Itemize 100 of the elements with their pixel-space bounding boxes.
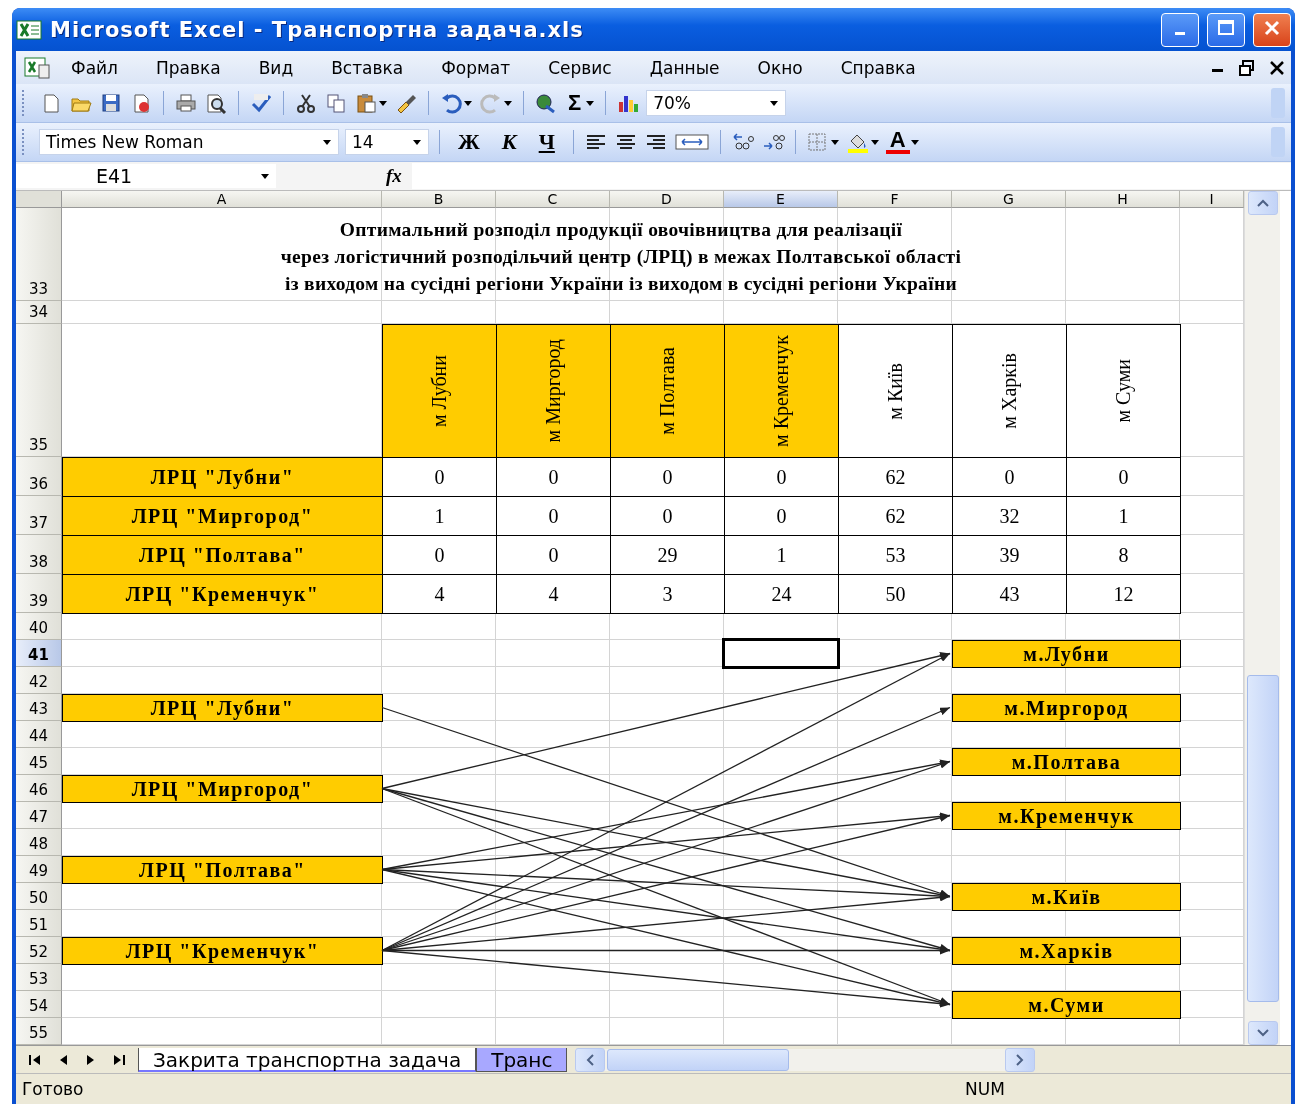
autosum-button[interactable]: Σ [564,90,586,116]
table-header: м Лубни [382,324,497,458]
table-cell: 0 [724,496,839,536]
menu-item[interactable]: Файл [52,57,137,78]
close-button[interactable] [1253,12,1291,47]
row-header[interactable]: 55 [16,1018,62,1045]
destination-label: м.Харків [952,937,1181,965]
italic-button[interactable]: К [493,129,525,155]
row-label: ЛРЦ "Миргород" [62,496,383,536]
table-cell: 0 [610,496,725,536]
sheet-tab[interactable]: Транс [476,1047,568,1072]
row-label: ЛРЦ "Лубни" [62,457,383,497]
row-header[interactable]: 44 [16,721,62,748]
menu-item[interactable]: Данные [630,57,739,78]
table-header: м Харків [952,324,1067,458]
column-header[interactable]: A [62,191,382,208]
name-box[interactable]: E41 [16,164,276,188]
clipboard-icon[interactable] [354,92,378,114]
source-label: ЛРЦ "Лубни" [62,694,383,722]
formula-field[interactable] [411,163,1291,189]
scroll-down-button[interactable] [1247,1021,1278,1045]
column-header[interactable]: D [610,191,724,208]
copy-icon[interactable] [324,92,348,114]
scroll-right-button[interactable] [1005,1047,1036,1072]
row-header[interactable]: 49 [16,856,62,883]
row-header[interactable]: 53 [16,964,62,991]
row-header[interactable]: 47 [16,802,62,829]
row-header[interactable]: 45 [16,748,62,775]
close-icon [1262,18,1282,38]
row-header[interactable]: 54 [16,991,62,1018]
row-header[interactable]: 41 [16,640,62,667]
row-header[interactable]: 40 [16,613,62,640]
close-icon[interactable] [1269,59,1285,76]
printer-icon[interactable] [174,92,198,114]
column-header[interactable]: C [496,191,610,208]
font-field[interactable]: Times New Roman [39,129,339,155]
table-cell: 0 [496,535,611,575]
sheet-tab[interactable]: Закрита транспортна задача [138,1047,477,1072]
menu-item[interactable]: Вставка [312,57,423,78]
workbook-icon[interactable] [22,54,52,81]
merge-cells-icon[interactable] [673,131,710,153]
function-label[interactable]: fx [386,165,402,187]
menu-item[interactable]: Правка [136,57,240,78]
increase-decimal-icon[interactable] [730,131,755,153]
font-size-field[interactable]: 14 [345,129,429,155]
minimize-button[interactable] [1161,12,1199,47]
scrollbar-thumb[interactable] [1246,675,1279,1002]
column-header[interactable]: I [1180,191,1244,208]
menu-item[interactable]: Сервис [529,57,631,78]
bold-button[interactable]: Ж [450,129,488,155]
table-cell: 0 [724,457,839,497]
menu-item[interactable]: Вид [239,57,313,78]
underline-button[interactable]: Ч [530,129,563,155]
scroll-up-button[interactable] [1247,191,1278,215]
spelling-check-icon[interactable] [249,92,273,114]
row-header[interactable]: 38 [16,535,62,574]
column-header[interactable]: G [952,191,1066,208]
scissors-icon[interactable] [294,92,318,114]
zoom-field[interactable]: 70% [646,90,787,116]
restore-icon[interactable] [1239,59,1255,76]
floppy-icon[interactable] [99,92,123,114]
table-cell: 0 [382,535,497,575]
scrollbar-thumb[interactable] [607,1048,790,1071]
table-header: м Київ [838,324,953,458]
row-header[interactable]: 51 [16,910,62,937]
row-header[interactable]: 43 [16,694,62,721]
row-header[interactable]: 52 [16,937,62,964]
menu-item[interactable]: Справка [821,57,935,78]
table-cell: 39 [952,535,1067,575]
column-header[interactable]: B [382,191,496,208]
selected-cell[interactable] [722,638,840,669]
row-header[interactable]: 36 [16,457,62,496]
row-header[interactable]: 50 [16,883,62,910]
column-header[interactable]: F [838,191,952,208]
row-header[interactable]: 34 [16,301,62,324]
table-cell: 0 [382,457,497,497]
menu-item[interactable]: Окно [738,57,822,78]
scroll-left-button[interactable] [575,1047,606,1072]
row-header[interactable]: 37 [16,496,62,535]
column-header[interactable]: H [1066,191,1180,208]
destination-label: м.Кременчук [952,802,1181,830]
maximize-button[interactable] [1207,12,1245,47]
destination-label: м.Лубни [952,640,1181,668]
source-label: ЛРЦ "Полтава" [62,856,383,884]
font-color-button[interactable]: A [885,130,910,154]
row-header[interactable]: 46 [16,775,62,802]
menu-item[interactable]: Формат [422,57,530,78]
row-header[interactable]: 42 [16,667,62,694]
sheet-title: Оптимальний розподіл продукції овочівництва для реалізації через логістичний розподільчий центр (ЛРЦ) в межах Полтавської області із виходом на сусідні регіони України із виходом в сусідні регіони України [279,218,963,296]
first-sheet-icon[interactable] [28,1052,42,1067]
minimize-icon [1175,31,1185,35]
row-header[interactable]: 48 [16,829,62,856]
last-sheet-icon[interactable] [112,1052,126,1067]
table-cell: 4 [382,574,497,614]
row-header[interactable]: 39 [16,574,62,613]
column-header[interactable]: E [724,191,838,208]
row-header[interactable]: 35 [16,324,62,457]
magnifier-page-icon[interactable] [204,92,228,114]
row-header[interactable]: 33 [16,208,62,301]
table-header: м Полтава [610,324,725,458]
